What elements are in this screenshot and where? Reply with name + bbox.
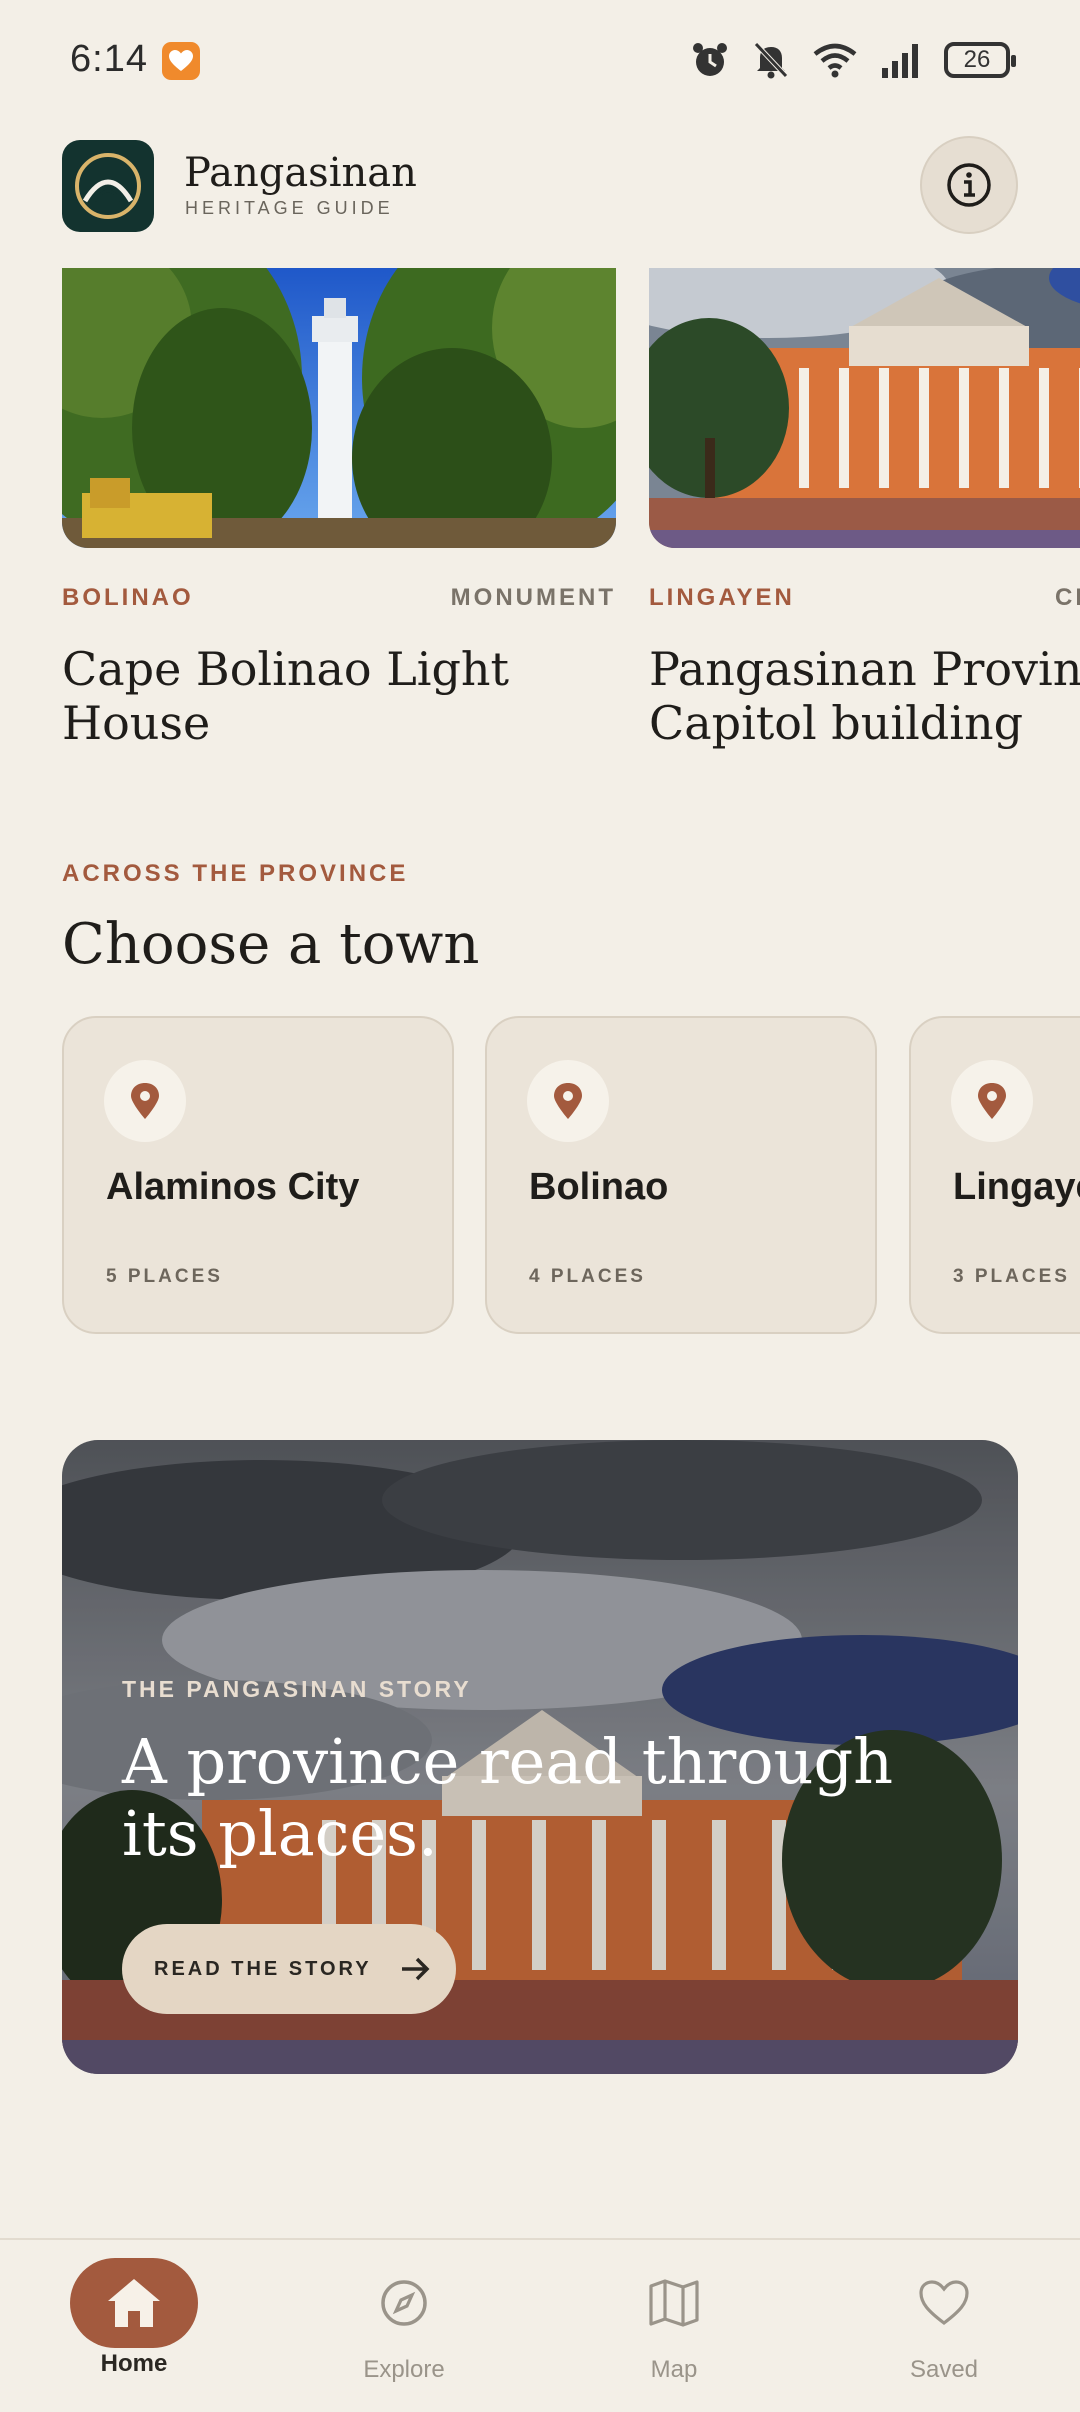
bottom-navigation: Home Explore Map Saved [0,2238,1080,2412]
story-card[interactable]: THE PANGASINAN STORY A province read thr… [62,1440,1018,2074]
home-icon [70,2258,198,2348]
town-place-count: 5 PLACES [106,1266,223,1287]
compass-icon [340,2258,468,2348]
town-name: Alaminos City [106,1166,360,1208]
featured-category: CI [1055,584,1080,611]
town-carousel[interactable]: Alaminos City 5 PLACES Bolinao 4 PLACES … [62,1016,1080,1336]
nav-label: Explore [363,2356,445,2383]
featured-card[interactable]: BOLINAO MONUMENT Cape Bolinao Light Hous… [62,268,616,750]
story-eyebrow: THE PANGASINAN STORY [122,1676,472,1702]
wifi-icon [813,43,857,78]
location-pin-icon [527,1060,609,1142]
featured-carousel[interactable]: BOLINAO MONUMENT Cape Bolinao Light Hous… [62,268,1080,768]
alarm-icon [693,43,727,76]
featured-card[interactable]: LINGAYEN CI Pangasinan Provincial Capito… [649,268,1080,750]
arrow-right-icon [401,1957,430,1981]
heart-app-icon [162,42,200,80]
featured-town: BOLINAO [62,584,194,611]
brand-name: Pangasinan [184,150,417,196]
nav-label: Home [100,2350,168,2377]
town-place-count: 4 PLACES [529,1266,646,1287]
status-icons: 26 [690,38,1016,82]
app-header: Pangasinan HERITAGE GUIDE [62,136,1018,238]
town-card[interactable]: Bolinao 4 PLACES [485,1016,877,1334]
featured-title: Pangasinan Provincial Capitol building [649,642,1080,750]
nav-map[interactable]: Map [574,2258,774,2408]
nav-label: Saved [909,2356,979,2383]
lighthouse-image [62,268,616,548]
nav-explore[interactable]: Explore [304,2258,504,2408]
featured-town: LINGAYEN [649,584,795,611]
info-icon [947,163,991,207]
section-eyebrow: ACROSS THE PROVINCE [62,860,409,887]
town-card[interactable]: Lingayen 3 PLACES [909,1016,1080,1334]
info-button[interactable] [920,136,1018,234]
nav-saved[interactable]: Saved [844,2258,1044,2408]
capitol-image [649,268,1080,548]
map-icon [610,2258,738,2348]
heart-icon [880,2258,1008,2348]
town-card[interactable]: Alaminos City 5 PLACES [62,1016,454,1334]
app-logo [62,140,154,232]
location-pin-icon [951,1060,1033,1142]
location-pin-icon [104,1060,186,1142]
nav-home[interactable]: Home [34,2258,234,2408]
battery-icon: 26 [944,42,1016,78]
town-place-count: 3 PLACES [953,1266,1070,1287]
featured-category: MONUMENT [450,584,616,611]
brand-subtitle: HERITAGE GUIDE [185,198,394,218]
read-story-label: READ THE STORY [154,1957,372,1980]
town-name: Lingayen [953,1166,1080,1208]
town-name: Bolinao [529,1166,669,1208]
signal-icon [882,44,918,78]
status-bar: 6:14 26 [0,0,1080,120]
read-story-button[interactable]: READ THE STORY [122,1924,456,2014]
status-time: 6:14 [70,38,148,80]
featured-title: Cape Bolinao Light House [62,642,510,750]
section-title: Choose a town [62,912,480,977]
story-title: A province read through its places. [122,1725,894,1870]
mute-icon [754,42,788,79]
nav-label: Map [650,2356,698,2383]
